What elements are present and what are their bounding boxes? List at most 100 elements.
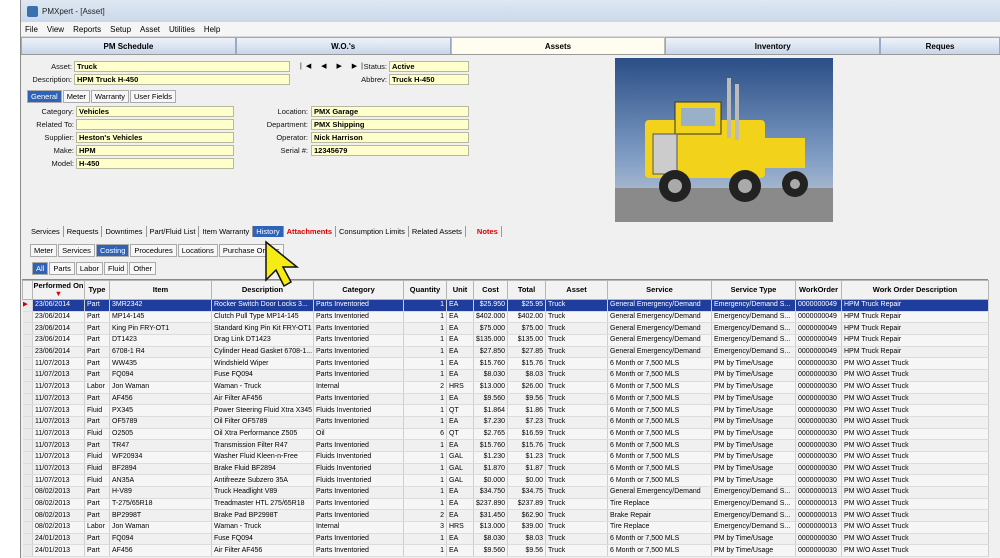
row-selector[interactable] xyxy=(22,451,33,464)
category-field[interactable]: Vehicles xyxy=(76,106,234,117)
table-row[interactable]: 11/07/2013 Part FQ094 Fuse FQ094 Parts Inven… xyxy=(22,369,989,382)
row-selector[interactable] xyxy=(22,404,33,417)
col-cost[interactable]: Cost xyxy=(473,280,508,300)
row-selector[interactable] xyxy=(22,322,33,336)
col-asset[interactable]: Asset xyxy=(545,280,608,300)
table-row[interactable]: 23/06/2014 Part DT1423 Drag Link DT1423 Part… xyxy=(22,334,989,347)
table-row[interactable]: 08/02/2013 Part T-275/65R18 Treadmaster HTL… xyxy=(22,498,989,511)
table-row[interactable]: ▶ 23/06/2014 Part 3MR2342 Rocker Switch Door… xyxy=(22,299,989,312)
table-row[interactable]: 23/06/2014 Part MP14-145 Clutch Pull Type M… xyxy=(22,311,989,324)
col-quantity[interactable]: Quantity xyxy=(403,280,447,300)
row-selector[interactable] xyxy=(22,369,33,382)
menu-utilities[interactable]: Utilities xyxy=(169,25,195,34)
col-performed-on[interactable]: Performed On ▼ xyxy=(32,280,85,300)
tab-assets[interactable]: Assets xyxy=(450,37,666,54)
menu-reports[interactable]: Reports xyxy=(73,25,101,34)
row-selector[interactable] xyxy=(22,439,33,452)
model-field[interactable]: H-450 xyxy=(76,158,234,169)
row-selector[interactable] xyxy=(22,533,33,546)
col-item[interactable]: Item xyxy=(109,280,212,300)
row-selector[interactable] xyxy=(22,498,33,511)
tab-requests-sub[interactable]: Requests xyxy=(64,226,103,237)
col-service-type[interactable]: Service Type xyxy=(711,280,796,300)
row-selector[interactable]: ▶ xyxy=(22,299,33,312)
tab-work-orders[interactable]: W.O.'s xyxy=(235,37,451,54)
table-row[interactable]: 11/07/2013 Part AF456 Air Filter AF456 Parts… xyxy=(22,393,989,406)
make-field[interactable]: HPM xyxy=(76,145,234,156)
row-selector[interactable] xyxy=(22,346,33,359)
abbrev-field[interactable]: Truck H-450 xyxy=(389,74,469,85)
tab-history-services[interactable]: Services xyxy=(58,244,95,257)
supplier-field[interactable]: Heston's Vehicles xyxy=(76,132,234,143)
tab-pm-schedule[interactable]: PM Schedule xyxy=(21,37,236,54)
table-row[interactable]: 08/02/2013 Part H-V89 Truck Headlight V89 Pa… xyxy=(22,486,989,499)
filter-labor[interactable]: Labor xyxy=(75,262,104,275)
table-row[interactable]: 23/06/2014 Part King Pin FRY-OT1 Standard K… xyxy=(22,322,989,336)
location-field[interactable]: PMX Garage xyxy=(311,106,469,117)
row-selector[interactable] xyxy=(22,428,33,441)
table-row[interactable]: 11/07/2013 Labor Jon Waman Waman - Truck Int… xyxy=(22,381,989,394)
tab-notes[interactable]: Notes xyxy=(474,226,502,237)
row-selector[interactable] xyxy=(22,509,33,523)
status-field[interactable]: Active xyxy=(389,61,469,72)
col-type[interactable]: Type xyxy=(84,280,110,300)
tab-warranty[interactable]: Warranty xyxy=(90,90,130,103)
tab-meter[interactable]: Meter xyxy=(62,90,90,103)
row-selector[interactable] xyxy=(22,381,33,394)
table-row[interactable]: 23/06/2014 Part 6708-1 R4 Cylinder Head Gas… xyxy=(22,346,989,359)
tab-requests[interactable]: Reques xyxy=(880,37,1000,54)
tab-history-locations[interactable]: Locations xyxy=(177,244,218,257)
col-unit[interactable]: Unit xyxy=(446,280,474,300)
tab-general[interactable]: General xyxy=(27,90,62,103)
table-row[interactable]: 11/07/2013 Fluid O2505 Oil Xtra Performance… xyxy=(22,428,989,441)
tab-inventory[interactable]: Inventory xyxy=(665,37,881,54)
description-field[interactable]: HPM Truck H-450 xyxy=(74,74,290,85)
row-selector[interactable] xyxy=(22,393,33,406)
tab-history-procedures[interactable]: Procedures xyxy=(130,244,177,257)
table-row[interactable]: 08/02/2013 Part BP2998T Brake Pad BP2998T Pa… xyxy=(22,509,989,523)
tab-part-fluid-list[interactable]: Part/Fluid List xyxy=(147,226,200,237)
operator-field[interactable]: Nick Harrison xyxy=(311,132,469,143)
filter-other[interactable]: Other xyxy=(129,262,157,275)
tab-history-meter[interactable]: Meter xyxy=(30,244,58,257)
row-selector[interactable] xyxy=(22,311,33,324)
col-wo-description[interactable]: Work Order Description xyxy=(841,280,989,300)
filter-parts[interactable]: Parts xyxy=(49,262,75,275)
table-row[interactable]: 11/07/2013 Part OF5789 Oil Filter OF5789 Par… xyxy=(22,416,989,429)
col-workorder[interactable]: WorkOrder xyxy=(795,280,842,300)
table-row[interactable]: 11/07/2013 Fluid PX345 Power Steering Fluid… xyxy=(22,404,989,417)
tab-downtimes[interactable]: Downtimes xyxy=(102,226,147,237)
tab-history[interactable]: History xyxy=(253,226,284,237)
row-selector[interactable] xyxy=(22,544,33,558)
row-selector[interactable] xyxy=(22,474,33,487)
col-service[interactable]: Service xyxy=(607,280,712,300)
tab-consumption-limits[interactable]: Consumption Limits xyxy=(336,226,409,237)
tab-services[interactable]: Services xyxy=(28,226,64,237)
col-category[interactable]: Category xyxy=(313,280,404,300)
menu-setup[interactable]: Setup xyxy=(110,25,131,34)
filter-all[interactable]: All xyxy=(32,262,49,275)
tab-attachments[interactable]: Attachments xyxy=(284,226,337,237)
table-row[interactable]: 11/07/2013 Part TR47 Transmission Filter R4… xyxy=(22,439,989,452)
menu-asset[interactable]: Asset xyxy=(140,25,160,34)
row-selector[interactable] xyxy=(22,357,33,371)
serial-field[interactable]: 12345679 xyxy=(311,145,469,156)
table-row[interactable]: 11/07/2013 Fluid AN35A Antifreeze Subzero 3… xyxy=(22,474,989,487)
department-field[interactable]: PMX Shipping xyxy=(311,119,469,130)
tab-related-assets[interactable]: Related Assets xyxy=(409,226,466,237)
tab-item-warranty[interactable]: Item Warranty xyxy=(199,226,254,237)
table-row[interactable]: 08/02/2013 Labor Jon Waman Waman - Truck Int… xyxy=(22,521,989,534)
row-selector[interactable] xyxy=(22,334,33,347)
asset-field[interactable]: Truck xyxy=(74,61,290,72)
table-row[interactable]: 11/07/2013 Fluid WF20934 Washer Fluid Kleen… xyxy=(22,451,989,464)
filter-fluid[interactable]: Fluid xyxy=(104,262,129,275)
table-row[interactable]: 24/01/2013 Part AF456 Air Filter AF456 Parts… xyxy=(22,544,989,558)
row-selector[interactable] xyxy=(22,486,33,499)
col-total[interactable]: Total xyxy=(507,280,546,300)
table-row[interactable]: 11/07/2013 Fluid BF2894 Brake Fluid BF2894 F… xyxy=(22,463,989,476)
menu-file[interactable]: File xyxy=(25,25,38,34)
tab-user-fields[interactable]: User Fields xyxy=(130,90,176,103)
table-row[interactable]: 24/01/2013 Part FQ094 Fuse FQ094 Parts Inven… xyxy=(22,533,989,546)
table-row[interactable]: 11/07/2013 Part WW435 Windshield Wiper Parts… xyxy=(22,357,989,371)
row-selector[interactable] xyxy=(22,416,33,429)
